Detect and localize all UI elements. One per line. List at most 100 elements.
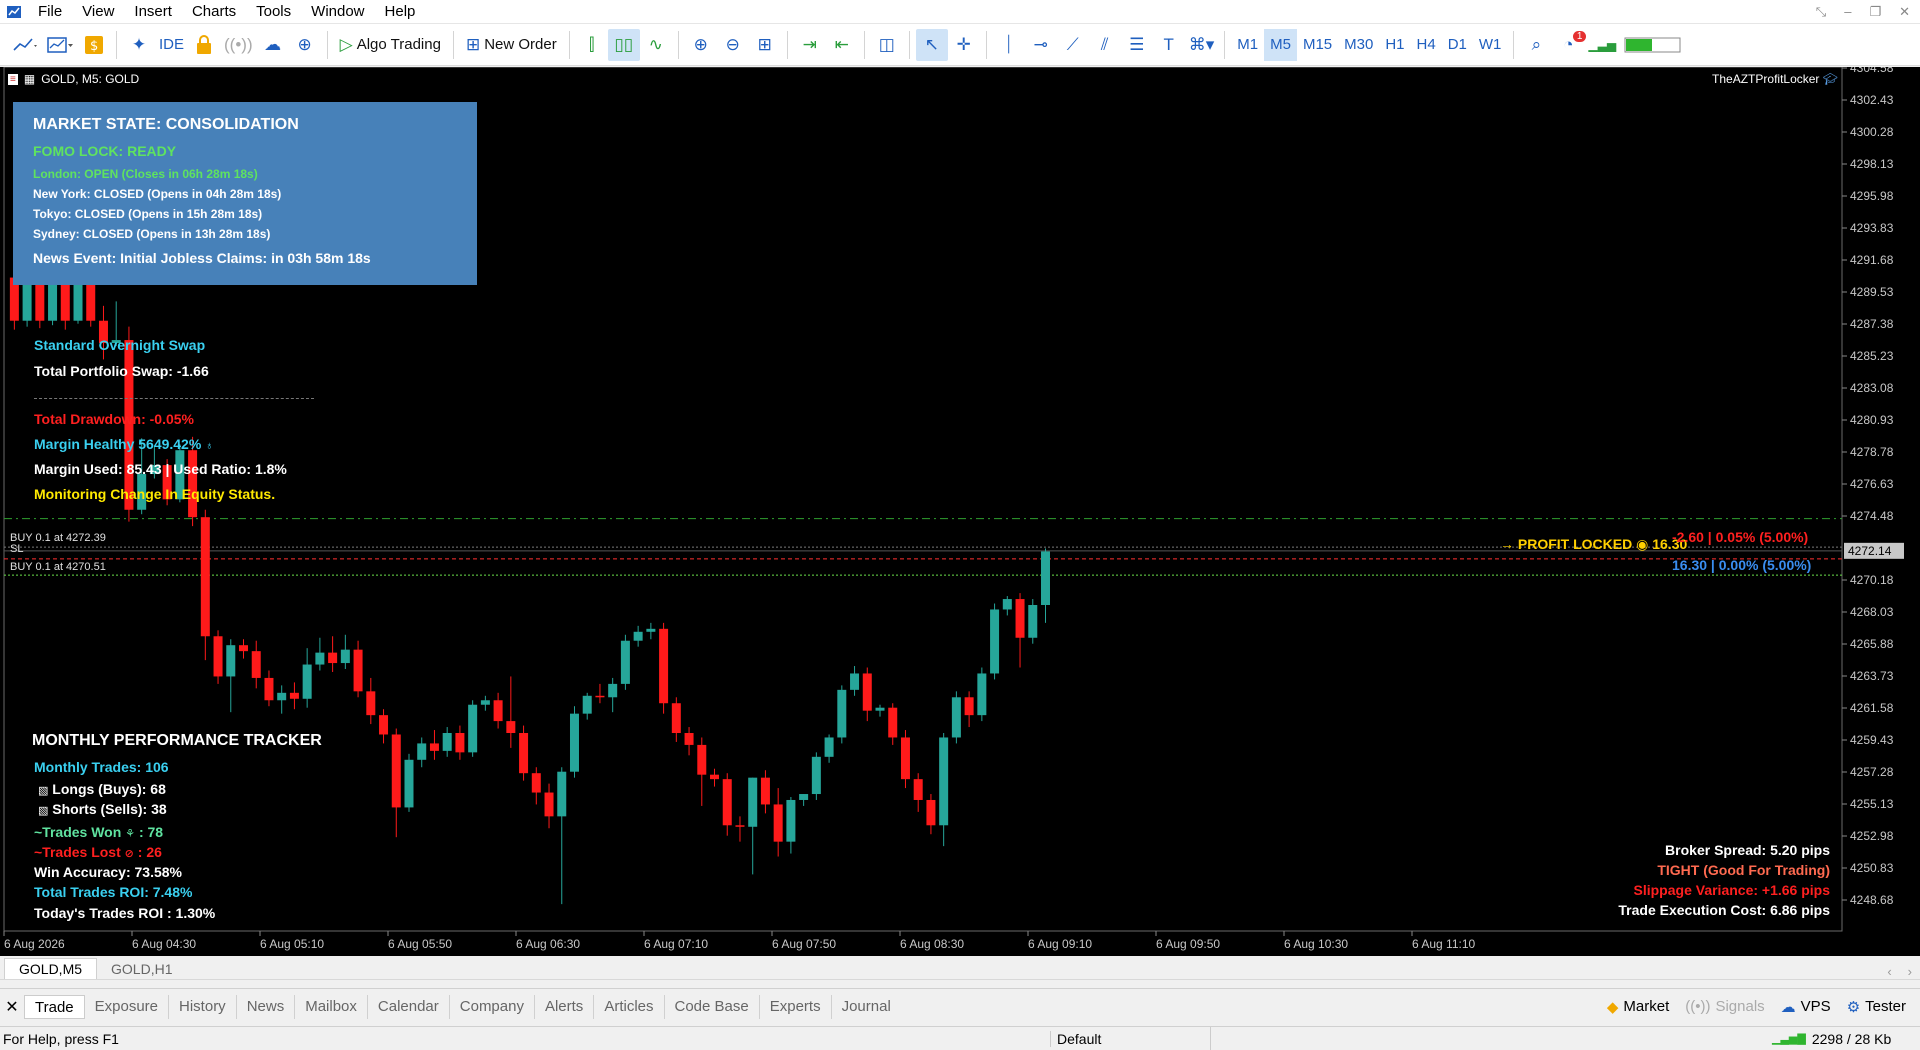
algo-trading-button[interactable]: ▷ Algo Trading [334,29,447,61]
chart-maximize-icon[interactable]: ❐ [1869,4,1881,20]
toolbar-separator [116,30,117,59]
zoom-out-icon[interactable]: ⊖ [717,29,749,61]
timeframe-h4[interactable]: H4 [1411,29,1442,61]
candle-body [799,794,809,800]
tab-exposure[interactable]: Exposure [85,994,170,1019]
order-label-buy-2[interactable]: BUY 0.1 at 4270.51 [10,561,106,573]
market-bag-icon: ◆ [1606,998,1619,1016]
candlestick-chart-icon[interactable]: ▯▯ [607,28,640,61]
vps-globe-icon[interactable]: ⊕ [289,29,321,61]
menu-tools[interactable]: Tools [246,0,301,24]
tester-button[interactable]: ⚙ Tester [1839,998,1914,1016]
timeframe-m15[interactable]: M15 [1297,29,1338,61]
menu-help[interactable]: Help [375,0,426,24]
profit-locked-label: PROFIT LOCKED [1517,536,1633,552]
crosshair-icon[interactable]: ✛ [948,29,980,61]
bell-icon: ◔ [1563,34,1574,54]
text-icon[interactable]: T [1153,29,1185,61]
chart-shift-icon[interactable]: ⇤ [826,29,858,61]
candle-body [60,283,70,321]
profile-status[interactable]: Default [1050,1030,1210,1047]
tab-scroll-right-icon[interactable]: › [1900,964,1920,979]
chart-menu-icon[interactable]: ≡ [8,73,18,85]
chart-type-icon[interactable] [8,29,42,61]
tab-calendar[interactable]: Calendar [368,994,450,1019]
toolbox-close-icon[interactable]: ✕ [0,997,24,1017]
chart-tab-gold-h1[interactable]: GOLD,H1 [97,959,186,979]
tab-code-base[interactable]: Code Base [665,994,760,1019]
menu-view[interactable]: View [72,0,124,24]
tab-scroll-left-icon[interactable]: ‹ [1879,964,1899,979]
vps-button[interactable]: ☁ VPS [1773,998,1839,1016]
timeframe-d1[interactable]: D1 [1442,29,1473,61]
new-order-button[interactable]: ⊞ New Order [460,29,563,61]
bar-chart-icon[interactable]: ⫿ [576,29,608,61]
navigator-icon[interactable]: ✦ [123,29,155,61]
timeframe-m5[interactable]: M5 [1264,28,1297,61]
vps-label: VPS [1800,998,1831,1015]
status-spacer [1210,1027,1772,1050]
candle-body [48,283,58,321]
tab-history[interactable]: History [169,994,237,1019]
tab-journal[interactable]: Journal [832,995,901,1019]
cursor-icon[interactable]: ↖ [915,28,948,61]
expert-advisor-name[interactable]: TheAZTProfitLocker 🎓︎ [1712,72,1838,86]
chart-restore-icon[interactable]: ⤡ [1816,4,1826,20]
news-event: News Event: Initial Jobless Claims: in 0… [33,250,371,266]
templates-icon[interactable] [42,29,78,61]
timeframe-h1[interactable]: H1 [1379,29,1410,61]
order-label-sl[interactable]: SL [10,543,23,555]
notification-icon[interactable]: ◔ 1 [1552,29,1587,61]
chart-title-text: GOLD, M5: GOLD [41,72,140,86]
tab-news[interactable]: News [237,994,296,1019]
tab-trade[interactable]: Trade [24,994,85,1019]
timeframe-m1[interactable]: M1 [1231,29,1264,61]
chart-window-icon[interactable]: ▦ [24,72,35,86]
connection-status-icon[interactable] [1620,29,1688,61]
price-axis-label: 4293.83 [1850,221,1894,235]
menu-charts[interactable]: Charts [182,0,246,24]
autoscroll-icon[interactable]: ⇥ [794,29,826,61]
tab-articles[interactable]: Articles [594,994,665,1019]
screenshot-icon[interactable]: ◫ [871,29,903,61]
chart-close-icon[interactable]: ✕ [1899,4,1910,20]
candle-body [429,743,439,751]
line-chart-icon[interactable]: ∿ [640,29,672,61]
ide-button[interactable]: IDE [155,29,188,61]
tester-label: Tester [1865,998,1906,1015]
vertical-line-icon[interactable]: ⏐ [993,29,1025,61]
price-axis-label: 4257.28 [1850,765,1894,779]
tab-company[interactable]: Company [450,994,535,1019]
tile-windows-icon[interactable]: ⊞ [749,29,781,61]
price-axis-label: 4300.28 [1850,125,1894,139]
signal-icon[interactable]: ((•)) [220,29,257,61]
chart-tab-gold-m5[interactable]: GOLD,M5 [4,958,98,979]
menu-file[interactable]: File [28,0,72,24]
tab-alerts[interactable]: Alerts [535,994,595,1019]
cloud-icon[interactable]: ☁ [257,29,289,61]
fibonacci-icon[interactable]: ☰ [1121,29,1153,61]
tab-experts[interactable]: Experts [760,994,832,1019]
trendline-icon[interactable]: ⟋ [1057,29,1089,61]
timeframe-w1[interactable]: W1 [1473,29,1508,61]
menu-window[interactable]: Window [301,0,374,24]
spread-quality: TIGHT (Good For Trading) [1657,862,1830,878]
time-axis-label: 6 Aug 05:50 [388,937,452,951]
chart-minimize-icon[interactable]: – [1844,4,1851,20]
market-button[interactable]: ◆ Market [1599,998,1677,1016]
zoom-in-icon[interactable]: ⊕ [685,29,717,61]
channel-icon[interactable]: ⫽ [1089,29,1121,61]
menu-insert[interactable]: Insert [124,0,182,24]
search-icon[interactable]: ⌕ [1520,29,1552,61]
order-label-buy-1[interactable]: BUY 0.1 at 4272.39 [10,532,106,544]
timeframe-m30[interactable]: M30 [1338,29,1379,61]
lock-icon[interactable] [188,29,220,61]
market-icon[interactable]: $ [78,29,110,61]
signal-strength-icon[interactable]: ▁▃▅ [1584,29,1620,61]
horizontal-line-icon[interactable]: ⊸ [1025,29,1057,61]
tab-mailbox[interactable]: Mailbox [295,994,368,1019]
signals-button[interactable]: ((•)) Signals [1677,998,1772,1015]
time-axis-label: 6 Aug 2026 [4,937,65,951]
shapes-icon[interactable]: ⌘▾ [1185,29,1219,61]
long-icon: ▧ [38,785,49,797]
